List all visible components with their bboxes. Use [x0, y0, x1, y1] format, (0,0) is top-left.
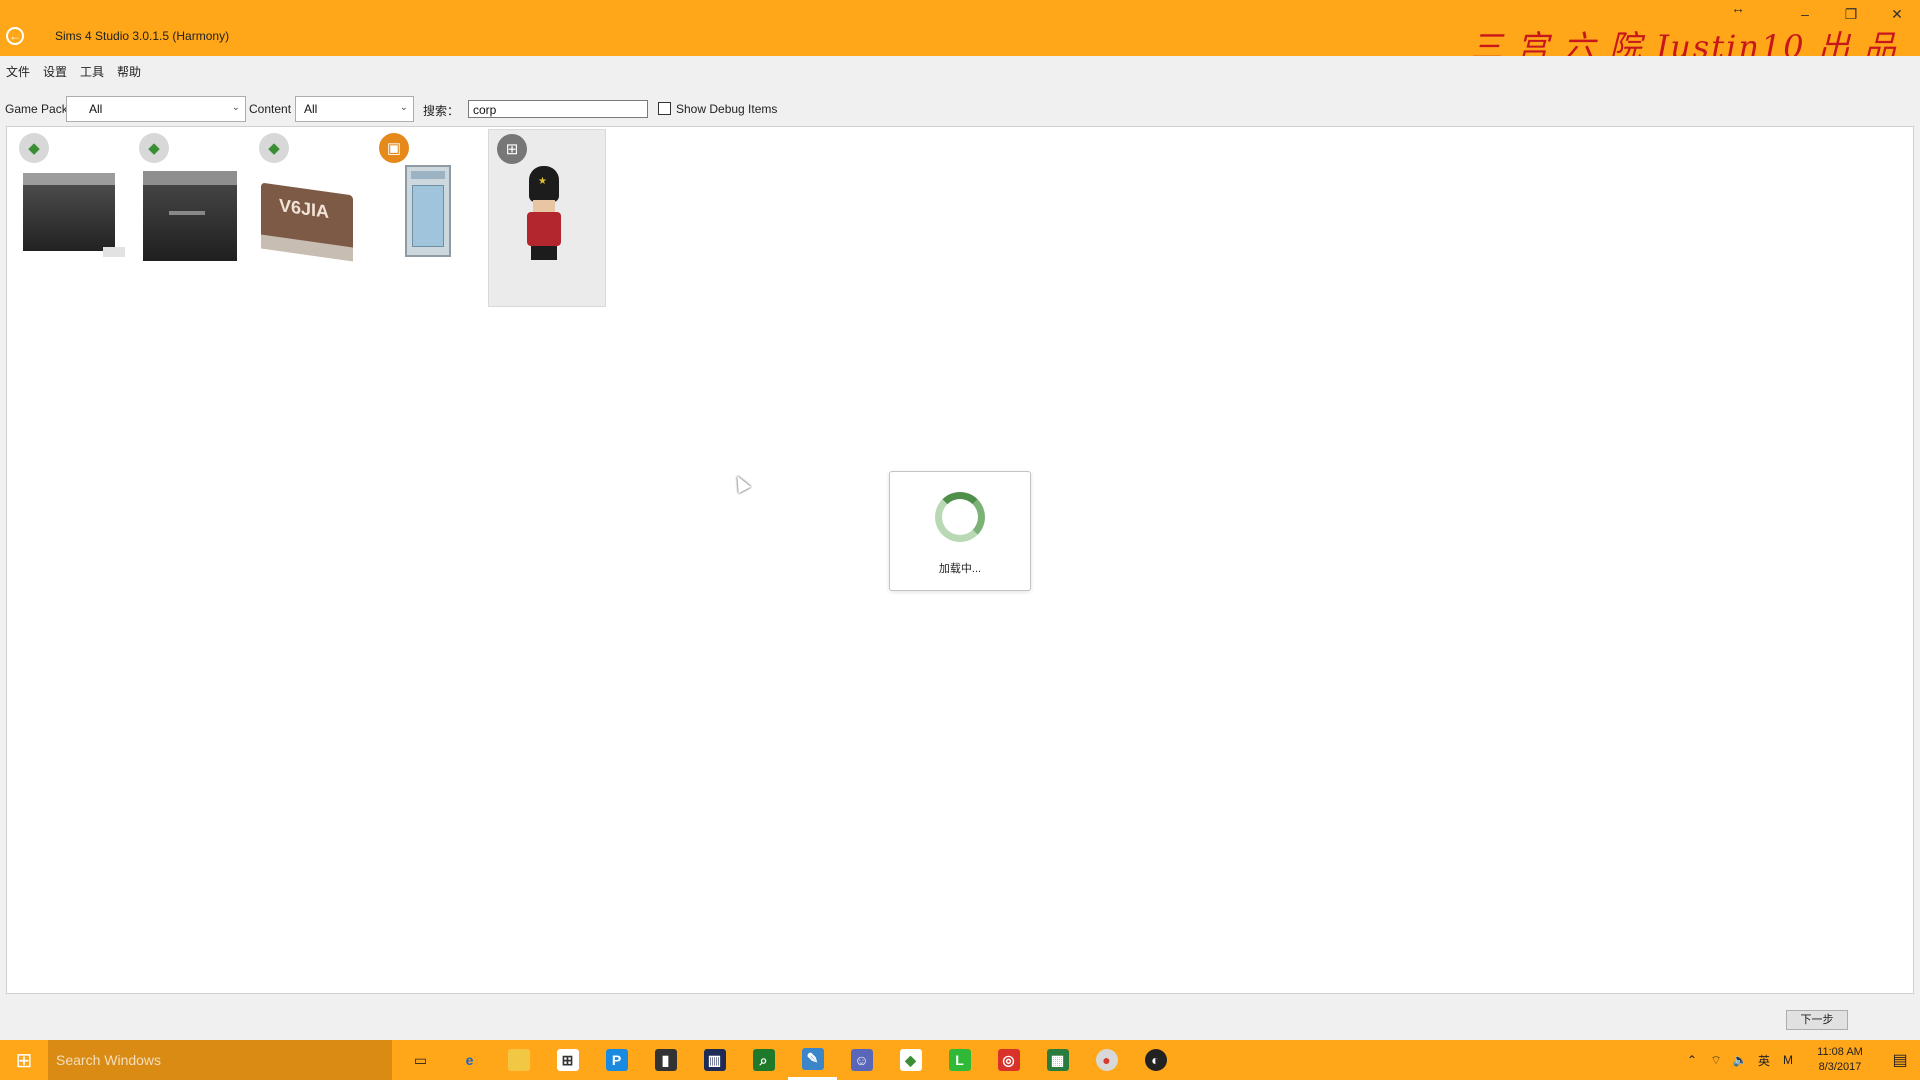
sims4studio-icon[interactable]: ✎: [788, 1040, 837, 1080]
pack-icon: ▣: [379, 133, 409, 163]
catalog-item-sign[interactable]: ◆ V6JIA: [251, 129, 369, 307]
sign-text: V6JIA: [279, 195, 330, 223]
catalog-item-fridge[interactable]: ▣: [371, 129, 489, 307]
chevron-down-icon: ⌄: [399, 102, 408, 113]
star-icon: ★: [538, 176, 547, 187]
book-app-icon[interactable]: ▮: [641, 1040, 690, 1080]
search-input[interactable]: corp: [468, 100, 648, 118]
clock-time: 11:08 AM: [1817, 1046, 1863, 1058]
excel-icon[interactable]: ▦: [1033, 1040, 1082, 1080]
debug-label: Show Debug Items: [676, 102, 778, 116]
resize-icon[interactable]: ↔: [1728, 0, 1748, 18]
store-icon[interactable]: ⊞: [543, 1040, 592, 1080]
network-icon[interactable]: ⌔: [1704, 1053, 1728, 1068]
sims4-icon[interactable]: ◆: [886, 1040, 935, 1080]
back-arrow-icon[interactable]: ←: [6, 27, 24, 45]
menu-help[interactable]: 帮助: [117, 63, 141, 80]
discord-icon[interactable]: ☺: [837, 1040, 886, 1080]
menu-file[interactable]: 文件: [6, 63, 30, 80]
bottom-bar: 下一步: [0, 1000, 1920, 1040]
game-pack-label: Game Pack: [5, 102, 68, 116]
catalog-item-cabinet[interactable]: ◆: [131, 129, 249, 307]
obs-icon[interactable]: ◐: [1131, 1040, 1180, 1080]
next-button[interactable]: 下一步: [1786, 1010, 1848, 1030]
fridge-glass: [412, 185, 444, 247]
edge-icon[interactable]: e: [445, 1040, 494, 1080]
chevron-down-icon: ⌄: [231, 102, 240, 113]
soldier-face: [533, 200, 555, 212]
music-app-icon[interactable]: ◎: [984, 1040, 1033, 1080]
audio-app-icon[interactable]: ▥: [690, 1040, 739, 1080]
content-label: Content: [249, 102, 292, 116]
taskbar-apps: ▭ e ⊞ P ▮ ▥ ⌕ ✎ ☺ ◆ L ◎ ▦ ● ◐: [396, 1040, 1180, 1080]
catalog-item-counter[interactable]: ◆: [11, 129, 129, 307]
system-tray: ⌃ ⌔ 🔈 英 M 11:08 AM 8/3/2017 ▤: [1680, 1040, 1920, 1080]
taskbar: ⊞ Search Windows ▭ e ⊞ P ▮ ▥ ⌕ ✎ ☺ ◆ L ◎…: [0, 1040, 1920, 1080]
loading-text: 加载中...: [938, 563, 982, 575]
app-title: Sims 4 Studio 3.0.1.5 (Harmony): [55, 29, 230, 43]
plumbob-icon: ◆: [19, 133, 49, 163]
filter-bar: Game Pack All ⌄ Content All ⌄ 搜索： corp S…: [0, 96, 1920, 122]
counter-image: [23, 173, 115, 251]
plumbob-icon: ◆: [259, 133, 289, 163]
chevron-up-icon[interactable]: ⌃: [1680, 1053, 1704, 1067]
cabinet-handle: [169, 211, 205, 215]
clock[interactable]: 11:08 AM 8/3/2017: [1800, 1045, 1880, 1075]
search-app-icon[interactable]: ⌕: [739, 1040, 788, 1080]
content-value: All: [304, 102, 318, 116]
loading-dialog: 加载中...: [889, 471, 1031, 591]
menu-settings[interactable]: 设置: [43, 63, 67, 80]
search-label: 搜索：: [423, 104, 460, 118]
soldier-body: [527, 212, 561, 246]
game-pack-value: All: [89, 102, 103, 116]
pixiv-icon[interactable]: P: [592, 1040, 641, 1080]
notification-icon[interactable]: ▤: [1880, 1050, 1920, 1070]
shadow: [103, 247, 125, 257]
sign-base: [261, 234, 353, 262]
language-indicator[interactable]: 英: [1752, 1052, 1776, 1069]
catalog-item-toy-soldier[interactable]: ⊞ ★: [488, 129, 606, 307]
volume-icon[interactable]: 🔈: [1728, 1053, 1752, 1067]
chrome-icon[interactable]: ●: [1082, 1040, 1131, 1080]
content-select[interactable]: All ⌄: [295, 96, 414, 122]
fridge-top: [411, 171, 445, 179]
debug-checkbox[interactable]: [658, 102, 671, 115]
title-bar: ← Sims 4 Studio 3.0.1.5 (Harmony) ↔ – ❐ …: [0, 0, 1920, 66]
cabinet-image: [143, 171, 237, 261]
plumbob-icon: ◆: [139, 133, 169, 163]
sign-image: V6JIA: [261, 182, 353, 262]
file-explorer-icon[interactable]: [494, 1040, 543, 1080]
windows-start-icon[interactable]: ⊞: [0, 1040, 48, 1080]
soldier-legs: [531, 246, 557, 260]
task-view-icon[interactable]: ▭: [396, 1040, 445, 1080]
game-pack-select[interactable]: All ⌄: [66, 96, 246, 122]
soldier-hat: ★: [529, 166, 559, 202]
loading-spinner-icon: [935, 492, 985, 542]
taskbar-search[interactable]: Search Windows: [48, 1040, 392, 1080]
line-icon[interactable]: L: [935, 1040, 984, 1080]
fridge-image: [405, 165, 451, 257]
menu-bar: 文件 设置 工具 帮助: [0, 56, 1920, 86]
gift-icon: ⊞: [497, 134, 527, 164]
ime-mode-icon[interactable]: M: [1776, 1053, 1800, 1067]
menu-tools[interactable]: 工具: [80, 63, 104, 80]
clock-date: 8/3/2017: [1818, 1061, 1862, 1073]
